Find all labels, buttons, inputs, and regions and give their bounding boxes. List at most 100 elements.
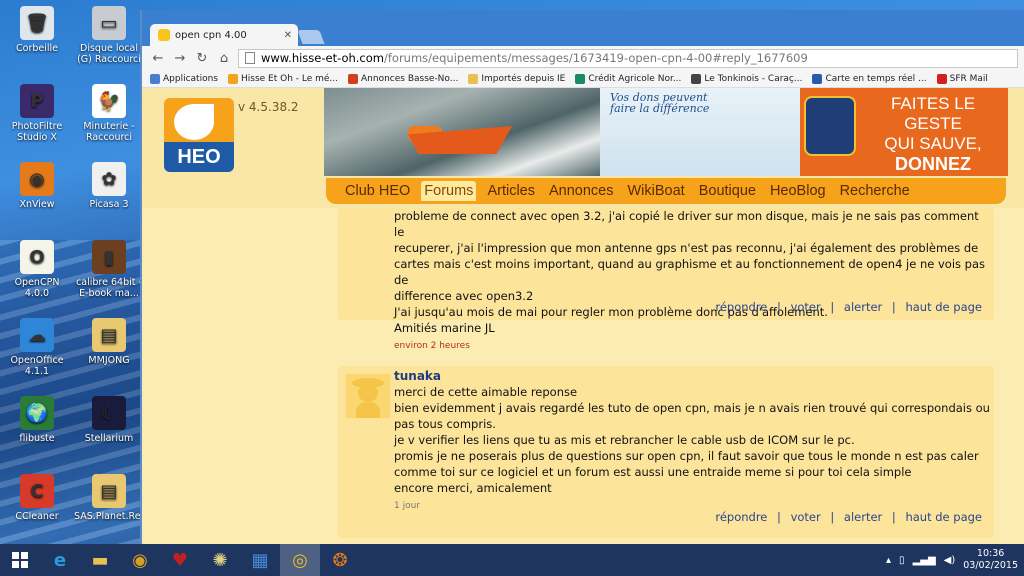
alert-link[interactable]: alerter [844,510,882,524]
taskbar-internet-explorer-button[interactable]: e [40,544,80,576]
desktop-icon[interactable]: 🐓 Minuterie - Raccourci [74,84,144,143]
desktop-icon[interactable]: O OpenCPN 4.0.0 [2,240,72,299]
bookmark-item[interactable]: Carte en temps réel ... [812,73,927,84]
top-of-page-link[interactable]: haut de page [905,300,982,314]
post-line: promis je ne poserais plus de questions … [394,449,979,463]
banner-slogan: Vos dons peuvent faire la différence [610,92,709,114]
taskbar-app-1-button[interactable]: ◉ [120,544,160,576]
tray-up-icon[interactable]: ▴ [886,555,891,566]
desktop-icon[interactable]: ◉ XnView [2,162,72,210]
menu-item[interactable]: Boutique [696,181,759,201]
bookmark-item[interactable]: SFR Mail [936,73,988,84]
app-icon: 🌍 [20,396,54,430]
post-body: tunaka merci de cette aimable reponse bie… [394,368,990,514]
taskbar-chrome-button[interactable]: ◎ [280,544,320,576]
reply-link[interactable]: répondre [715,510,767,524]
separator: | [777,300,781,314]
menu-item[interactable]: Club HEO [342,181,413,201]
post-text: probleme de connect avec open 3.2, j'ai … [394,208,990,336]
network-icon[interactable]: ▂▄▆ [913,555,936,566]
browser-toolbar: ← → ↻ ⌂ www.hisse-et-oh.com /forums/equi… [142,46,1024,70]
web-page: HEO v 4.5.38.2 Vos dons peuvent faire la… [142,88,1024,544]
cta-line: QUI SAUVE, [884,134,982,153]
browser-tab[interactable]: open cpn 4.00 ✕ [150,24,298,46]
app-icon: ✿ [92,162,126,196]
desktop-icon[interactable]: 🌍 flibuste [2,396,72,444]
desktop-icon[interactable]: ▭ Disque local (G) Raccourci [74,6,144,65]
avatar[interactable] [346,374,390,418]
clock-date: 03/02/2015 [963,560,1018,571]
desktop-icon[interactable]: P PhotoFiltre Studio X [2,84,72,143]
new-tab-button[interactable] [297,30,325,44]
banner-card: Vos dons peuvent faire la différence [600,88,800,176]
desktop-icon[interactable]: 🗑 Corbeille [2,6,72,54]
bookmark-item[interactable]: Importés depuis IE [468,73,565,84]
desktop-icon-label: Disque local (G) Raccourci [77,43,141,65]
desktop-icon[interactable]: C CCleaner [2,474,72,522]
top-of-page-link[interactable]: haut de page [905,510,982,524]
desktop-icon[interactable]: ▮ calibre 64bit - E-book ma... [74,240,144,299]
taskbar-app-2-button[interactable]: ♥ [160,544,200,576]
forward-icon[interactable]: → [172,51,188,66]
desktop-icon-label: calibre 64bit - E-book ma... [76,277,142,299]
tab-title: open cpn 4.00 [175,29,247,41]
browser-window: open cpn 4.00 ✕ ← → ↻ ⌂ www.hisse-et-oh.… [140,10,1024,544]
desktop-icon[interactable]: ☁ OpenOffice 4.1.1 [2,318,72,377]
menu-item[interactable]: HeoBlog [767,181,829,201]
address-bar[interactable]: www.hisse-et-oh.com /forums/equipements/… [238,48,1018,68]
menu-item[interactable]: Articles [484,181,538,201]
post-line: Amitiés marine JL [394,321,495,335]
menu-item[interactable]: Recherche [837,181,913,201]
taskbar-app-4-button[interactable]: ▦ [240,544,280,576]
desktop-icon[interactable]: ▤ SAS.Planet.Rele... [74,474,159,522]
alert-link[interactable]: alerter [844,300,882,314]
desktop-icon[interactable]: ✿ Picasa 3 [74,162,144,210]
bookmark-item[interactable]: Le Tonkinois - Caraç... [691,73,802,84]
desktop-icon-label: CCleaner [15,511,59,522]
bookmark-icon [575,73,586,84]
bookmark-item[interactable]: Applications [150,73,218,84]
desktop-icon[interactable]: ▤ MMJONG [74,318,144,366]
volume-icon[interactable]: ◀) [944,555,956,566]
desktop-icon[interactable]: ☾ Stellarium [74,396,144,444]
app-5-icon: ❂ [332,549,348,571]
app-icon: P [20,84,54,118]
bookmark-item[interactable]: Hisse Et Oh - Le mé... [227,73,338,84]
battery-icon[interactable]: ▯ [899,555,905,566]
bookmark-label: Carte en temps réel ... [825,73,927,84]
desktop-icon-label: PhotoFiltre Studio X [11,121,63,143]
taskbar-file-explorer-button[interactable]: ▬ [80,544,120,576]
app-icon: C [20,474,54,508]
vote-link[interactable]: voter [791,300,821,314]
menu-item[interactable]: Forums [421,181,477,201]
donation-banner[interactable]: Vos dons peuvent faire la différence FAI… [324,88,1008,176]
desktop-icon-label: MMJONG [88,355,130,366]
heo-logo[interactable]: HEO [164,98,234,172]
site-header: HEO v 4.5.38.2 Vos dons peuvent faire la… [142,88,1024,208]
vote-link[interactable]: voter [791,510,821,524]
desktop-icon-label: SAS.Planet.Rele... [74,511,159,522]
menu-item[interactable]: WikiBoat [624,181,687,201]
cta-line: DONNEZ [895,154,971,174]
start-button[interactable] [0,544,40,576]
banner-cta: FAITES LE GESTE QUI SAUVE, DONNEZ [800,88,1008,176]
post-author[interactable]: tunaka [394,368,990,384]
clock[interactable]: 10:36 03/02/2015 [963,548,1018,572]
taskbar-app-5-button[interactable]: ❂ [320,544,360,576]
bookmark-item[interactable]: Crédit Agricole Nor... [575,73,681,84]
back-icon[interactable]: ← [150,51,166,66]
reload-icon[interactable]: ↻ [194,51,210,66]
logo-wave-icon [174,104,214,140]
system-tray: ▴ ▯ ▂▄▆ ◀) 10:36 03/02/2015 [886,544,1024,576]
favicon-icon [158,29,170,41]
close-icon[interactable]: ✕ [284,30,292,41]
forum-post: probleme de connect avec open 3.2, j'ai … [338,208,994,351]
post-time: environ 2 heures [394,341,470,351]
separator: | [777,510,781,524]
reply-link[interactable]: répondre [715,300,767,314]
home-icon[interactable]: ⌂ [216,51,232,66]
menu-item[interactable]: Annonces [546,181,617,201]
bookmark-item[interactable]: Annonces Basse-No... [348,73,458,84]
bookmark-icon [468,73,479,84]
taskbar-app-3-button[interactable]: ✺ [200,544,240,576]
